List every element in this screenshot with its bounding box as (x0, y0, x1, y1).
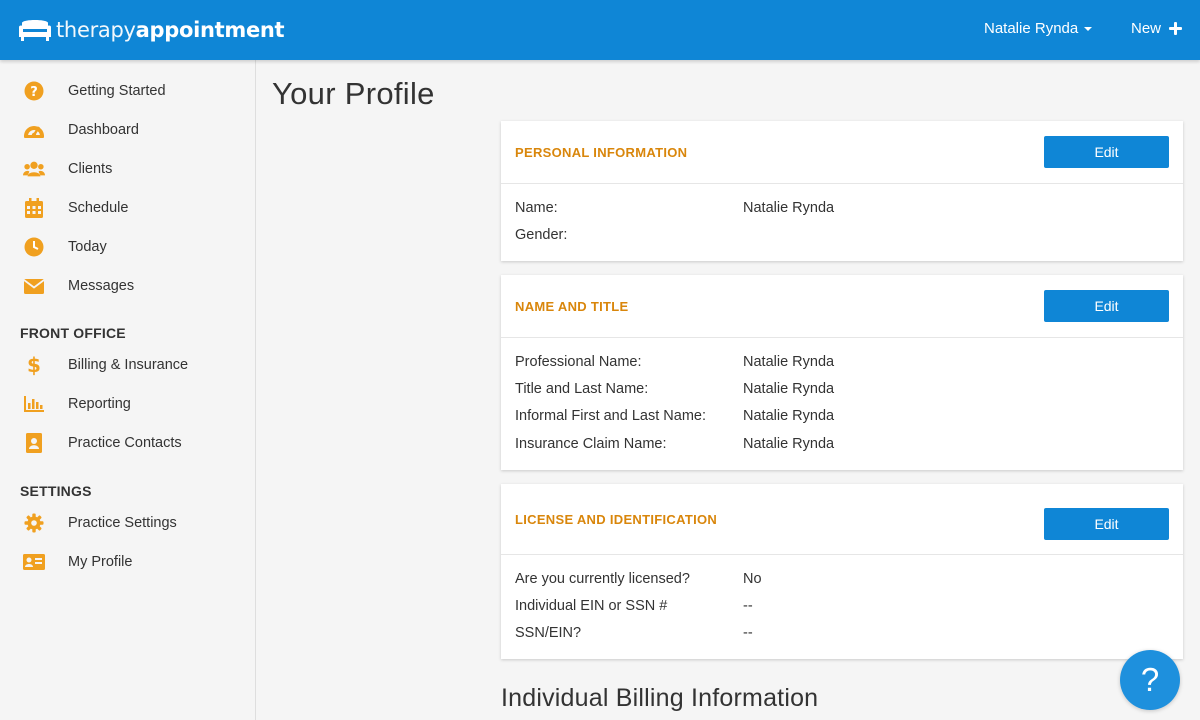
row-value: No (743, 571, 762, 587)
edit-license-button[interactable]: Edit (1044, 508, 1169, 540)
id-card-icon (23, 551, 45, 573)
sidebar-item-dashboard[interactable]: Dashboard (0, 110, 255, 149)
sidebar-item-billing-insurance[interactable]: $ Billing & Insurance (0, 345, 255, 384)
sidebar-item-today[interactable]: Today (0, 227, 255, 266)
question-icon: ? (1140, 661, 1160, 698)
row-label: SSN/EIN? (515, 625, 582, 641)
new-label: New (1131, 20, 1162, 37)
sidebar-item-messages[interactable]: Messages (0, 266, 255, 305)
sidebar: ? Getting Started Dashboard Clients Sche… (0, 60, 256, 720)
row-label: Name: (515, 200, 558, 216)
row-label: Gender: (515, 227, 568, 243)
sidebar-item-label: Practice Contacts (68, 434, 182, 451)
address-book-icon (23, 432, 45, 454)
users-icon (23, 158, 45, 180)
svg-text:$: $ (27, 354, 41, 376)
sidebar-item-label: My Profile (68, 553, 133, 570)
question-circle-icon: ? (23, 80, 45, 102)
row-value: Natalie Rynda (743, 436, 835, 452)
row-value: Natalie Rynda (743, 354, 835, 370)
settings-heading: SETTINGS (20, 483, 92, 499)
gauge-icon (23, 119, 45, 141)
brand-name: therapyappointment (56, 18, 285, 42)
row-value: -- (743, 598, 753, 614)
dollar-icon: $ (23, 354, 45, 376)
sidebar-item-label: Billing & Insurance (68, 356, 189, 373)
row-label: Professional Name: (515, 354, 642, 370)
card-header: LICENSE AND IDENTIFICATION Edit (501, 484, 1183, 555)
plus-icon (1169, 22, 1183, 35)
clock-icon (23, 236, 45, 258)
row-label: Insurance Claim Name: (515, 436, 667, 452)
row-label: Title and Last Name: (515, 381, 649, 397)
user-name: Natalie Rynda (984, 20, 1079, 37)
sidebar-item-label: Today (68, 238, 107, 255)
front-office-heading: FRONT OFFICE (20, 325, 126, 341)
sidebar-item-getting-started[interactable]: ? Getting Started (0, 71, 255, 110)
bar-chart-icon (23, 393, 45, 415)
sidebar-item-my-profile[interactable]: My Profile (0, 542, 255, 581)
new-button[interactable]: New (1131, 20, 1183, 37)
row-label: Informal First and Last Name: (515, 408, 706, 424)
sidebar-item-practice-contacts[interactable]: Practice Contacts (0, 423, 255, 462)
sidebar-item-schedule[interactable]: Schedule (0, 188, 255, 227)
user-menu[interactable]: Natalie Rynda (984, 20, 1093, 37)
sidebar-item-label: Clients (68, 160, 113, 177)
card-title: NAME AND TITLE (515, 299, 629, 314)
edit-name-and-title-button[interactable]: Edit (1044, 290, 1169, 322)
sidebar-item-label: Getting Started (68, 82, 166, 99)
sidebar-item-label: Messages (68, 277, 135, 294)
sidebar-item-label: Schedule (68, 199, 129, 216)
sidebar-item-reporting[interactable]: Reporting (0, 384, 255, 423)
sidebar-item-label: Dashboard (68, 121, 139, 138)
row-value: Natalie Rynda (743, 200, 835, 216)
sofa-icon (18, 17, 52, 43)
sidebar-item-practice-settings[interactable]: Practice Settings (0, 503, 255, 542)
row-value: Natalie Rynda (743, 408, 835, 424)
page-title: Your Profile (272, 76, 435, 111)
license-and-identification-card: LICENSE AND IDENTIFICATION Edit Are you … (501, 484, 1183, 659)
top-navbar: therapyappointment Natalie Rynda New (0, 0, 1200, 60)
name-and-title-card: NAME AND TITLE Edit Professional Name: N… (501, 275, 1183, 470)
envelope-icon (23, 275, 45, 297)
card-title: PERSONAL INFORMATION (515, 145, 688, 160)
svg-text:?: ? (30, 85, 38, 100)
sidebar-item-label: Practice Settings (68, 514, 177, 531)
row-value: Natalie Rynda (743, 381, 835, 397)
edit-personal-information-button[interactable]: Edit (1044, 136, 1169, 168)
help-button[interactable]: ? (1120, 650, 1180, 710)
sidebar-item-label: Reporting (68, 395, 131, 412)
personal-information-card: PERSONAL INFORMATION Edit Name: Natalie … (501, 121, 1183, 261)
caret-down-icon (1084, 26, 1093, 31)
card-header: PERSONAL INFORMATION Edit (501, 121, 1183, 184)
billing-section-heading: Individual Billing Information (501, 684, 819, 712)
gear-icon (23, 512, 45, 534)
card-header: NAME AND TITLE Edit (501, 275, 1183, 338)
card-title: LICENSE AND IDENTIFICATION (515, 512, 718, 527)
row-value: -- (743, 625, 753, 641)
row-label: Are you currently licensed? (515, 571, 690, 587)
brand-logo[interactable]: therapyappointment (18, 15, 285, 45)
row-label: Individual EIN or SSN # (515, 598, 668, 614)
calendar-icon (23, 197, 45, 219)
sidebar-item-clients[interactable]: Clients (0, 149, 255, 188)
